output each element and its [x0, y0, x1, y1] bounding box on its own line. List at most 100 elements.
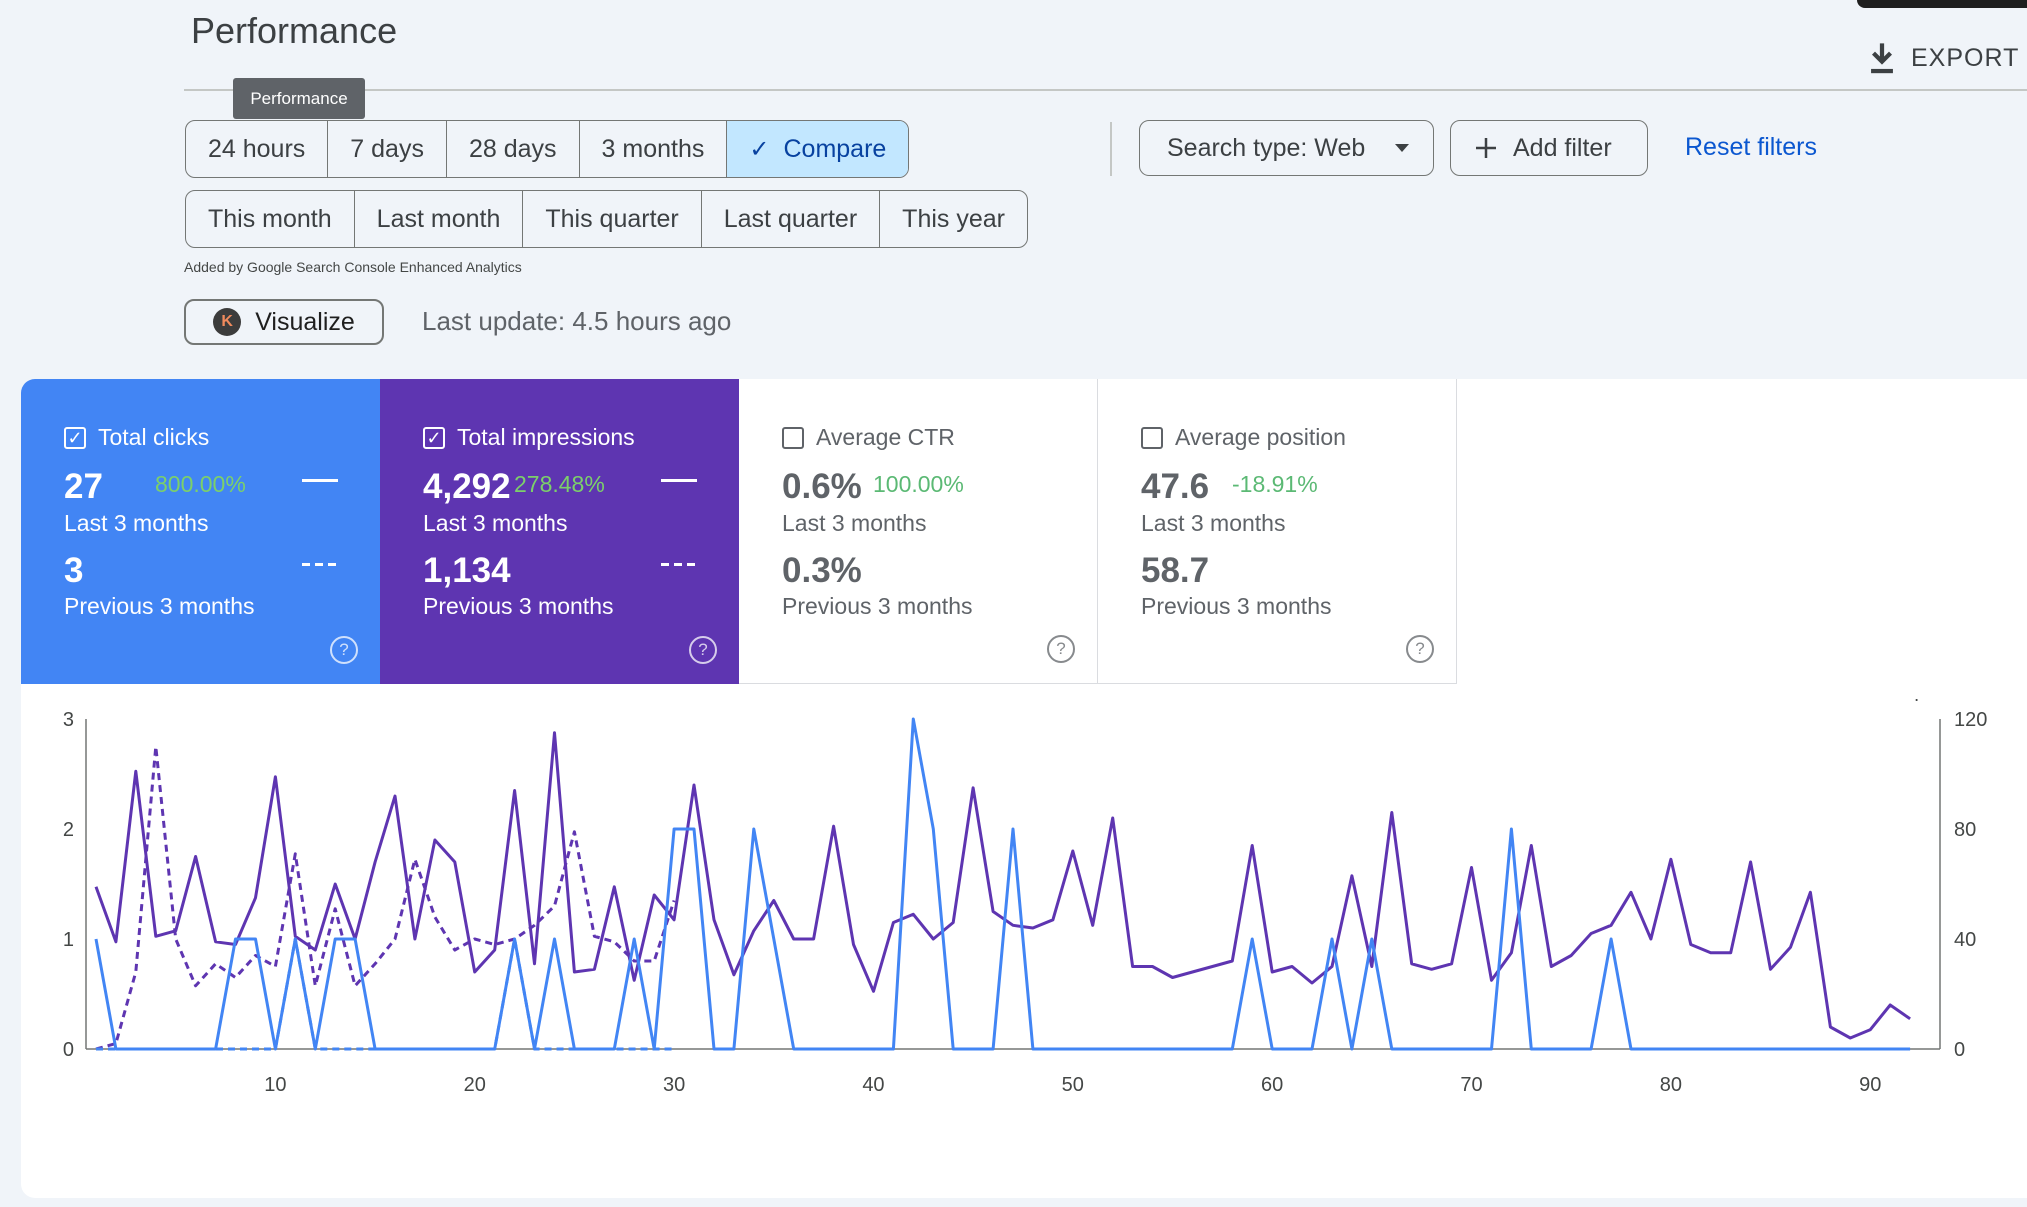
- x-tick-label: 50: [1062, 1074, 1084, 1096]
- page-title: Performance: [191, 10, 398, 51]
- range-chip-last-month[interactable]: Last month: [355, 191, 524, 247]
- right-tick-label: 120: [1954, 709, 1987, 731]
- export-button[interactable]: EXPORT: [1867, 38, 2027, 78]
- right-tick-label: 40: [1954, 929, 1976, 951]
- range-chip-28-days[interactable]: 28 days: [447, 121, 580, 177]
- range-chip-label: 28 days: [468, 134, 557, 163]
- current-period-legend-icon: [661, 479, 697, 482]
- left-tick-label: 3: [63, 709, 74, 731]
- header-divider: [184, 89, 2027, 91]
- metric-value: 47.6: [1141, 467, 1210, 506]
- visualize-button[interactable]: K Visualize: [184, 299, 384, 345]
- date-range-group-extended: This month Last month This quarter Last qua…: [185, 190, 1028, 248]
- metric-card-pos[interactable]: Average position 47.6 -18.91% Last 3 months…: [1098, 379, 1457, 684]
- previous-period-legend-icon: [661, 563, 697, 566]
- left-axis-title: Clicks: [49, 699, 102, 702]
- metric-change: 278.48%: [514, 471, 605, 497]
- performance-card: ✓ Total clicks 27 800.00% Last 3 months 3 Prev…: [21, 379, 2027, 1198]
- range-chip-3-months[interactable]: 3 months: [580, 121, 728, 177]
- metric-previous-value: 0.3%: [782, 551, 862, 590]
- checkbox-checked-icon[interactable]: ✓: [64, 426, 86, 449]
- current-period-legend-icon: [302, 479, 338, 482]
- metric-previous-value: 58.7: [1141, 551, 1210, 590]
- check-icon: ✓: [749, 135, 770, 163]
- metric-value: 0.6%: [782, 467, 862, 506]
- date-range-group-primary: 24 hours 7 days 28 days 3 months ✓ Compare: [185, 120, 910, 178]
- metric-header: ✓ Total clicks: [64, 424, 209, 451]
- metric-change: -18.91%: [1232, 471, 1318, 497]
- metric-card-clicks[interactable]: ✓ Total clicks 27 800.00% Last 3 months 3 Prev…: [21, 379, 380, 684]
- metric-period: Last 3 months: [782, 510, 927, 536]
- range-chip-this-month[interactable]: This month: [186, 191, 355, 247]
- x-tick-label: 90: [1859, 1074, 1881, 1096]
- search-type-dropdown[interactable]: Search type: Web: [1139, 120, 1434, 176]
- right-tick-label: 80: [1954, 819, 1976, 841]
- dropdown-arrow-icon: [1395, 144, 1409, 152]
- range-chip-label: 7 days: [350, 134, 424, 163]
- help-icon[interactable]: ?: [330, 636, 358, 664]
- help-icon[interactable]: ?: [689, 636, 717, 664]
- metric-label: Average position: [1175, 424, 1346, 450]
- x-tick-label: 70: [1460, 1074, 1482, 1096]
- range-chip-compare[interactable]: ✓ Compare: [727, 121, 909, 177]
- metric-previous-value: 3: [64, 551, 84, 590]
- right-axis-title: Impressions: [1892, 699, 2000, 702]
- help-icon[interactable]: ?: [1047, 635, 1075, 663]
- metric-card-impr[interactable]: ✓ Total impressions 4,292 278.48% Last 3 mon…: [380, 379, 739, 684]
- range-chip-this-quarter[interactable]: This quarter: [523, 191, 702, 247]
- range-chip-last-quarter[interactable]: Last quarter: [702, 191, 881, 247]
- left-tick-label: 0: [63, 1039, 74, 1061]
- left-tick-label: 1: [63, 929, 74, 951]
- plus-icon: [1476, 138, 1496, 158]
- metric-header: ✓ Total impressions: [423, 424, 635, 451]
- series-right-dashed-line: [95, 745, 676, 1051]
- metric-previous-period: Previous 3 months: [64, 593, 255, 619]
- metric-change: 800.00%: [155, 471, 246, 497]
- extension-credit: Added by Google Search Console Enhanced …: [184, 259, 522, 275]
- search-type-label: Search type: Web: [1167, 133, 1366, 162]
- metric-header: Average position: [1141, 424, 1346, 451]
- metric-period: Last 3 months: [64, 510, 209, 536]
- range-chip-24-hours[interactable]: 24 hours: [186, 121, 329, 177]
- metric-period: Last 3 months: [1141, 510, 1286, 536]
- add-filter-label: Add filter: [1513, 133, 1612, 162]
- checkbox-checked-icon[interactable]: ✓: [423, 426, 445, 449]
- range-chip-label: 24 hours: [208, 134, 306, 163]
- help-icon[interactable]: ?: [1406, 635, 1434, 663]
- x-tick-label: 30: [663, 1074, 685, 1096]
- metric-card-ctr[interactable]: Average CTR 0.6% 100.00% Last 3 months 0.3% P…: [739, 379, 1098, 684]
- add-filter-button[interactable]: Add filter: [1450, 120, 1648, 176]
- extension-logo-icon: K: [213, 308, 242, 336]
- performance-chart: ClicksImpressions01230408012010203040506…: [49, 699, 2000, 1096]
- range-chip-label: This month: [208, 204, 332, 233]
- range-chip-label: This year: [902, 204, 1005, 233]
- x-tick-label: 40: [862, 1074, 884, 1096]
- range-chip-7-days[interactable]: 7 days: [328, 121, 447, 177]
- checkbox-unchecked-icon[interactable]: [1141, 426, 1163, 449]
- series-right-solid-line: [94, 731, 1911, 1040]
- metric-label: Average CTR: [816, 424, 955, 450]
- export-label: EXPORT: [1911, 43, 2020, 72]
- reset-filters-link[interactable]: Reset filters: [1685, 133, 1817, 162]
- x-tick-label: 60: [1261, 1074, 1283, 1096]
- range-chip-label: 3 months: [601, 134, 705, 163]
- metric-period: Last 3 months: [423, 510, 568, 536]
- range-chip-label: Last month: [376, 204, 501, 233]
- metric-previous-value: 1,134: [423, 551, 511, 590]
- metric-label: Total impressions: [457, 424, 635, 450]
- metric-previous-period: Previous 3 months: [1141, 593, 1332, 619]
- checkbox-unchecked-icon[interactable]: [782, 426, 804, 449]
- metric-value: 4,292: [423, 467, 511, 506]
- download-icon: [1871, 43, 1893, 74]
- metric-value: 27: [64, 467, 103, 506]
- last-update-text: Last update: 4.5 hours ago: [422, 306, 732, 336]
- metric-header: Average CTR: [782, 424, 955, 451]
- metric-label: Total clicks: [98, 424, 210, 450]
- range-chip-this-year[interactable]: This year: [880, 191, 1027, 247]
- right-tick-label: 0: [1954, 1039, 1965, 1061]
- range-chip-label: This quarter: [545, 204, 679, 233]
- range-chip-label: Last quarter: [723, 204, 858, 233]
- x-tick-label: 80: [1660, 1074, 1682, 1096]
- x-tick-label: 10: [264, 1074, 286, 1096]
- visualize-label: Visualize: [255, 307, 355, 336]
